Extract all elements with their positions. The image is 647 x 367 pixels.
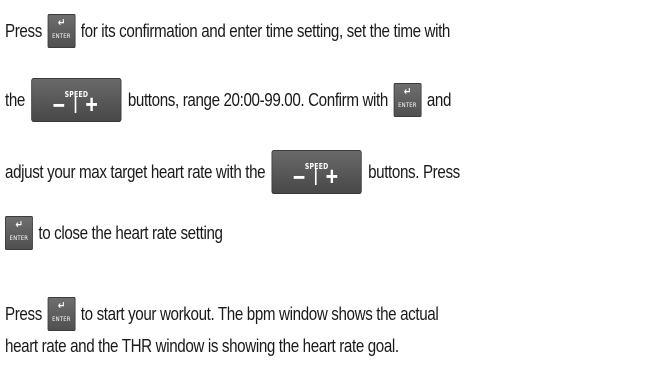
enter-label: ENTER bbox=[398, 101, 417, 109]
enter-arrow-icon: ↵ bbox=[403, 86, 412, 98]
enter-label: ENTER bbox=[52, 315, 71, 323]
minus-icon: − bbox=[52, 90, 65, 120]
enter-label: ENTER bbox=[52, 32, 71, 40]
instruction-line-4: ↵ ENTER to close the heart rate setting bbox=[5, 216, 643, 250]
text-and: and bbox=[426, 89, 452, 110]
minus-icon: − bbox=[292, 162, 305, 192]
speed-button-icon: SPEED − + bbox=[271, 150, 362, 194]
instruction-line-2: the SPEED − + buttons, range 20:00-99.00… bbox=[5, 78, 643, 122]
enter-arrow-icon: ↵ bbox=[15, 219, 23, 231]
speed-divider bbox=[315, 169, 317, 185]
enter-button-icon: ↵ ENTER bbox=[5, 216, 33, 250]
text-confirmation: for its confirmation and enter time sett… bbox=[80, 20, 451, 41]
plus-icon: + bbox=[325, 161, 338, 191]
text-heart-rate-goal: heart rate and the THR window is showing… bbox=[5, 335, 399, 357]
instruction-line-3: adjust your max target heart rate with t… bbox=[5, 150, 643, 194]
enter-arrow-icon: ↵ bbox=[57, 300, 66, 312]
enter-button-icon: ↵ ENTER bbox=[47, 14, 76, 48]
instruction-line-6: heart rate and the THR window is showing… bbox=[5, 332, 643, 359]
text-press: Press bbox=[5, 303, 42, 324]
manual-page: Press ↵ ENTER for its confirmation and e… bbox=[0, 0, 647, 367]
text-range: buttons, range 20:00-99.00. Confirm with bbox=[127, 89, 389, 110]
plus-icon: + bbox=[85, 89, 98, 119]
speed-divider bbox=[74, 97, 77, 113]
text-close-setting: to close the heart rate setting bbox=[38, 222, 223, 243]
enter-label: ENTER bbox=[9, 234, 29, 242]
speed-button-icon: SPEED − + bbox=[31, 78, 122, 122]
text-start-workout: to start your workout. The bpm window sh… bbox=[80, 303, 439, 324]
text-adjust: adjust your max target heart rate with t… bbox=[5, 161, 266, 182]
instruction-line-1: Press ↵ ENTER for its confirmation and e… bbox=[5, 14, 643, 48]
enter-arrow-icon: ↵ bbox=[57, 17, 66, 29]
enter-button-icon: ↵ ENTER bbox=[47, 297, 76, 331]
instruction-line-5: Press ↵ ENTER to start your workout. The… bbox=[5, 297, 643, 331]
text-press: Press bbox=[5, 20, 42, 41]
enter-button-icon: ↵ ENTER bbox=[393, 83, 422, 117]
text-buttons-press: buttons. Press bbox=[368, 161, 460, 182]
text-the: the bbox=[5, 89, 25, 110]
